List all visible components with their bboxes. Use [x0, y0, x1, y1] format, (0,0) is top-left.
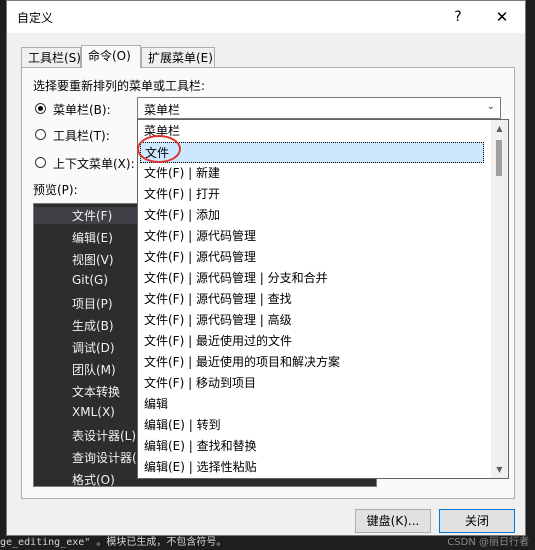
tab-extension-menu[interactable]: 扩展菜单(E) [141, 47, 215, 67]
preview-item[interactable]: 格式(O) [72, 471, 115, 486]
dropdown-item[interactable]: 编辑 [144, 394, 168, 415]
tab-toolbars[interactable]: 工具栏(S) [21, 47, 81, 67]
annotation-circle [137, 135, 181, 163]
editor-status-text: ge_editing_exe" 。模块已生成，不包含符号。 [0, 537, 227, 548]
dropdown-item[interactable]: 文件(F) | 源代码管理 | 分支和合并 [144, 268, 328, 289]
preview-item[interactable]: 生成(B) [72, 317, 114, 334]
dialog-title: 自定义 [17, 11, 54, 25]
preview-item[interactable]: XML(X) [72, 405, 115, 419]
dropdown-item[interactable]: 文件(F) | 源代码管理 [144, 247, 256, 268]
preview-item[interactable]: 调试(D) [72, 339, 115, 356]
keyboard-button[interactable]: 键盘(K)... [355, 509, 431, 533]
context-menu-radio[interactable] [35, 157, 46, 168]
dropdown-scrollbar[interactable]: ▲ ▼ [491, 120, 508, 478]
dropdown-item-selected[interactable]: 文件 [140, 142, 484, 163]
dropdown-item[interactable]: 文件(F) | 移动到项目 [144, 373, 256, 394]
scroll-thumb[interactable] [496, 140, 502, 176]
tab-commands[interactable]: 命令(O) [81, 45, 141, 68]
dropdown-item[interactable]: 编辑(E) | 选择性粘贴 [144, 457, 257, 478]
combo-value: 菜单栏 [144, 103, 181, 117]
dropdown-item[interactable]: 文件(F) | 源代码管理 [144, 226, 256, 247]
preview-item[interactable]: 项目(P) [72, 295, 113, 312]
preview-item[interactable]: 文件(F) [34, 207, 154, 224]
chevron-down-icon[interactable]: ⌄ [487, 101, 495, 112]
menu-bar-radio-label[interactable]: 菜单栏(B): [53, 101, 111, 118]
close-icon[interactable]: ✕ [487, 5, 517, 29]
choose-menu-label: 选择要重新排列的菜单或工具栏: [33, 79, 206, 93]
preview-item[interactable]: 视图(V) [72, 251, 114, 268]
dropdown-item[interactable]: 文件(F) | 源代码管理 | 高级 [144, 310, 292, 331]
dropdown-item[interactable]: 编辑(E) | 转到 [144, 415, 221, 436]
dropdown-item[interactable]: 文件(F) | 最近使用的项目和解决方案 [144, 352, 340, 373]
title-bar: 自定义 ? ✕ [7, 1, 525, 33]
menu-dropdown-list[interactable]: 菜单栏 文件 文件(F) | 新建 文件(F) | 打开 文件(F) | 添加 … [137, 119, 509, 479]
menu-select-combo[interactable]: 菜单栏 ⌄ [137, 97, 501, 119]
dropdown-item[interactable]: 编辑(E) | 查找和替换 [144, 436, 257, 457]
scroll-up-icon[interactable]: ▲ [491, 120, 508, 137]
preview-label: 预览(P): [33, 183, 78, 197]
context-menu-radio-label[interactable]: 上下文菜单(X): [53, 155, 135, 172]
scroll-down-icon[interactable]: ▼ [491, 461, 508, 478]
preview-item[interactable]: 团队(M) [72, 361, 116, 378]
dropdown-item[interactable]: 文件(F) | 打开 [144, 184, 220, 205]
preview-item[interactable]: 表设计器(L) [72, 427, 136, 444]
dropdown-item[interactable]: 文件(F) | 最近使用过的文件 [144, 331, 292, 352]
watermark: CSDN @丽日行者 [447, 537, 529, 548]
toolbar-radio-label[interactable]: 工具栏(T): [53, 127, 110, 144]
dropdown-item[interactable]: 文件(F) | 添加 [144, 205, 220, 226]
help-button[interactable]: ? [443, 5, 473, 29]
preview-item[interactable]: 文本转换 [72, 383, 120, 400]
menu-bar-radio[interactable] [35, 103, 46, 114]
preview-item[interactable]: Git(G) [72, 273, 108, 287]
preview-item[interactable]: 编辑(E) [72, 229, 113, 246]
toolbar-radio[interactable] [35, 129, 46, 140]
close-button[interactable]: 关闭 [439, 509, 515, 533]
customize-dialog: 自定义 ? ✕ 工具栏(S) 命令(O) 扩展菜单(E) 选择要重新排列的菜单或… [6, 0, 526, 536]
dropdown-item[interactable]: 文件(F) | 新建 [144, 163, 220, 184]
dropdown-item[interactable]: 文件(F) | 源代码管理 | 查找 [144, 289, 292, 310]
editor-background-bottom: ge_editing_exe" 。模块已生成，不包含符号。 CSDN @丽日行者 [0, 536, 535, 550]
